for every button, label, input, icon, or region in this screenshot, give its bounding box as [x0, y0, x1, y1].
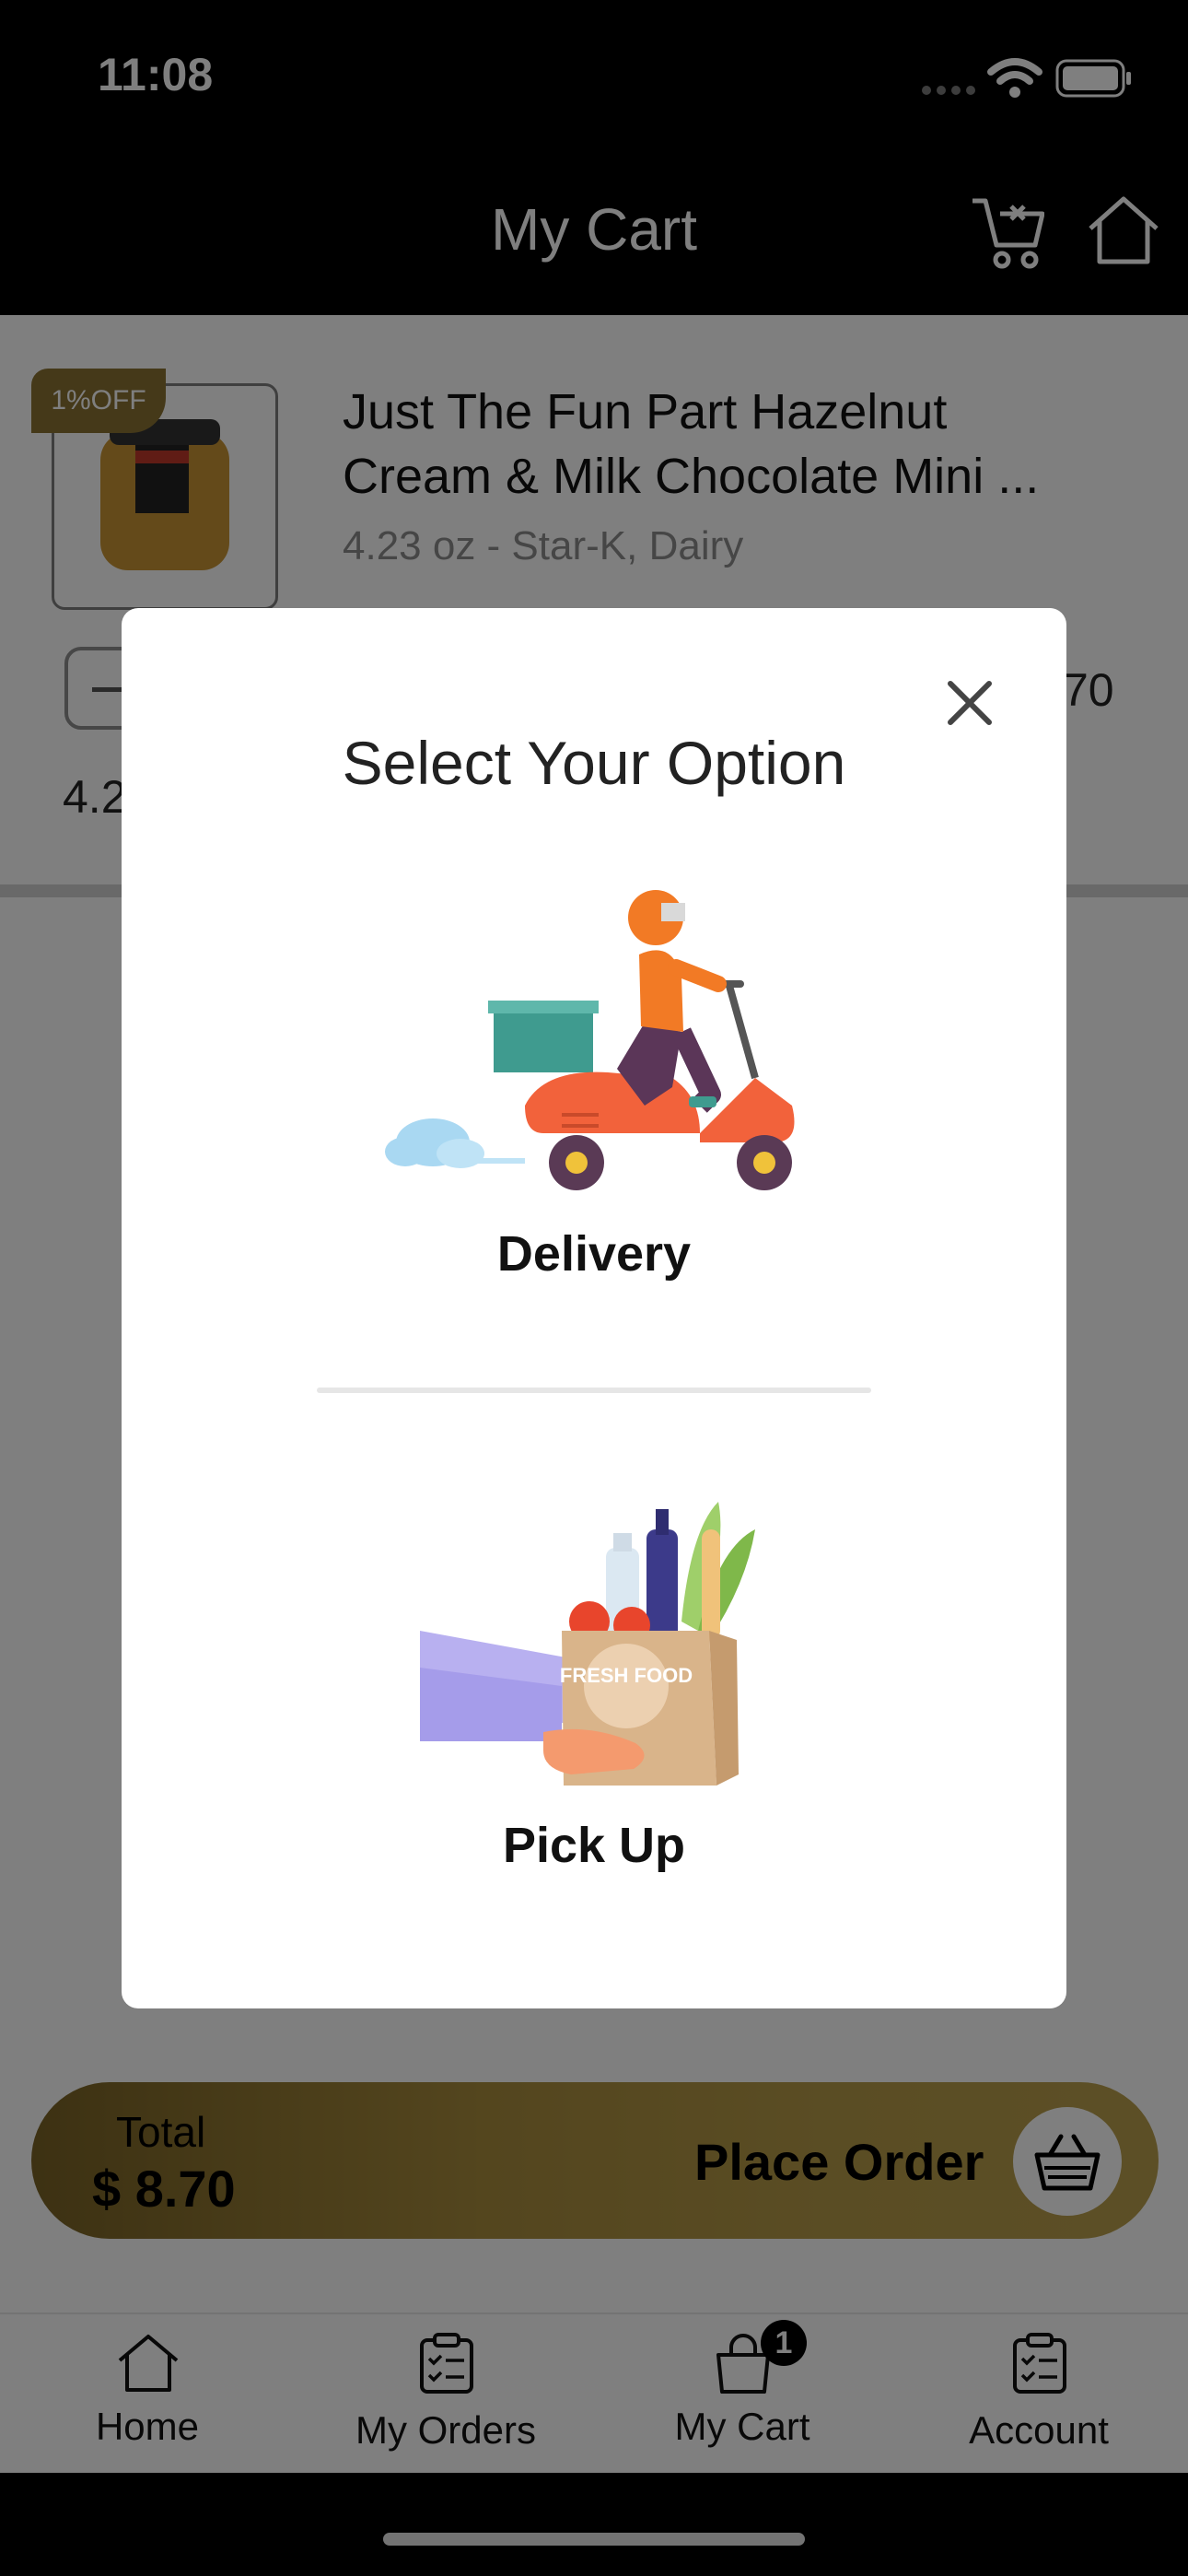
- pickup-option[interactable]: FRESH FOOD: [405, 1493, 792, 1815]
- delivery-label[interactable]: Delivery: [122, 1225, 1066, 1282]
- modal-title: Select Your Option: [342, 729, 846, 797]
- pickup-label[interactable]: Pick Up: [122, 1817, 1066, 1874]
- delivery-scooter-illustration: [385, 890, 795, 1190]
- close-icon[interactable]: [941, 674, 998, 732]
- options-divider: [317, 1388, 871, 1393]
- grocery-bag-illustration: FRESH FOOD: [420, 1502, 755, 1786]
- bag-label-text: FRESH FOOD: [560, 1664, 693, 1687]
